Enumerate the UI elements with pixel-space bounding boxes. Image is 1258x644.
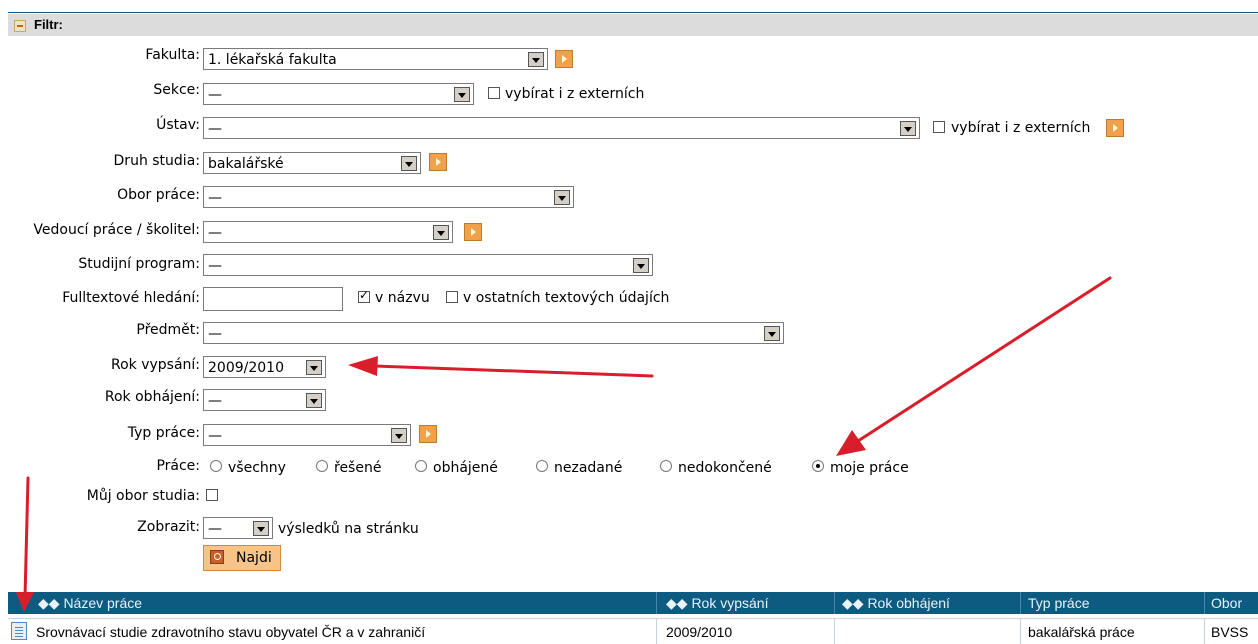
arrowhead-icon [348, 356, 378, 376]
arrowhead-icon [16, 592, 34, 612]
arrow-to-results [23, 476, 30, 600]
arrow-to-moje-prace [856, 276, 1112, 443]
arrow-to-rok-vypsani [373, 364, 654, 378]
arrowhead-icon [836, 430, 866, 456]
annotation-arrows [16, 276, 1112, 612]
